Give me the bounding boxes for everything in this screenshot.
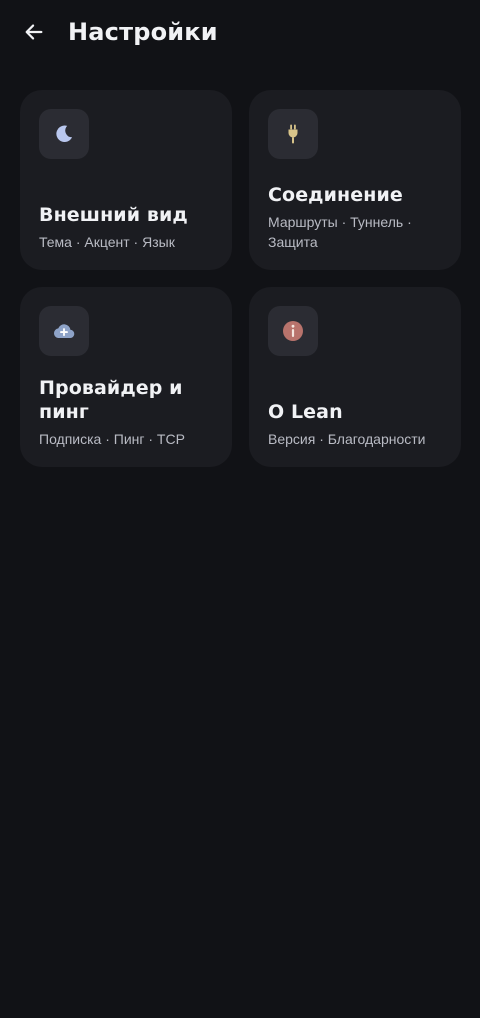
card-text: Внешний вид Тема · Акцент · Язык	[39, 203, 220, 252]
card-text: О Lean Версия · Благодарности	[268, 400, 449, 449]
card-subtitle: Маршруты · Туннель · Защита	[268, 214, 412, 250]
info-icon	[283, 321, 303, 341]
settings-card-about[interactable]: О Lean Версия · Благодарности	[249, 287, 461, 467]
settings-card-provider[interactable]: Провайдер и пинг Подписка · Пинг · TCP	[20, 287, 232, 467]
back-button[interactable]	[14, 14, 54, 50]
card-icon-tile	[39, 109, 89, 159]
card-title: О Lean	[268, 401, 343, 423]
settings-card-connection[interactable]: Соединение Маршруты · Туннель · Защита	[249, 90, 461, 270]
card-text: Соединение Маршруты · Туннель · Защита	[268, 183, 449, 252]
card-title: Внешний вид	[39, 204, 188, 226]
card-icon-tile	[268, 306, 318, 356]
moon-icon	[56, 125, 73, 143]
arrow-left-icon	[25, 24, 43, 40]
card-subtitle: Тема · Акцент · Язык	[39, 234, 175, 250]
page-title: Настройки	[68, 18, 218, 46]
card-icon-tile	[268, 109, 318, 159]
card-subtitle: Подписка · Пинг · TCP	[39, 431, 185, 447]
card-icon-tile	[39, 306, 89, 356]
card-title: Соединение	[268, 184, 403, 206]
card-title: Провайдер и пинг	[39, 377, 183, 423]
card-subtitle: Версия · Благодарности	[268, 431, 426, 447]
top-app-bar: Настройки	[0, 0, 480, 64]
settings-card-appearance[interactable]: Внешний вид Тема · Акцент · Язык	[20, 90, 232, 270]
cloud-plus-icon	[53, 324, 75, 339]
plug-icon	[288, 124, 298, 144]
card-text: Провайдер и пинг Подписка · Пинг · TCP	[39, 376, 220, 449]
